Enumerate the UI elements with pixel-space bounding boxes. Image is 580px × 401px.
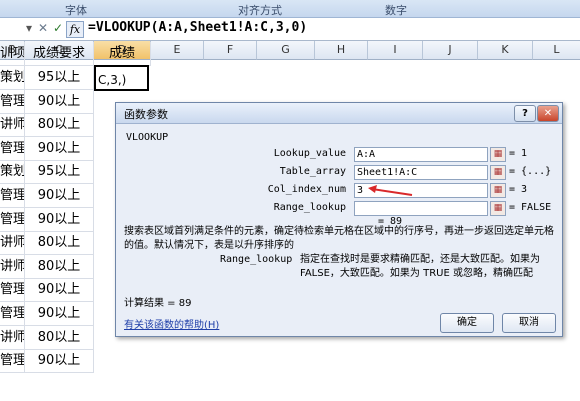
close-icon[interactable]: ✕ — [537, 105, 559, 122]
column-header-f[interactable]: F — [204, 41, 257, 60]
ribbon-group-number: 数字 — [385, 4, 407, 17]
table-cell-requirement[interactable]: 90以上 — [25, 90, 94, 114]
header-cell-training-item[interactable]: 训项目 — [0, 42, 25, 66]
dialog-title-bar[interactable]: 函数参数 ? ✕ — [116, 103, 562, 124]
table-cell-training-item[interactable]: 管理 — [0, 90, 25, 114]
table-cell-training-item[interactable]: 讲师 — [0, 231, 25, 255]
arg-label-col-index-num: Col_index_num — [267, 184, 346, 195]
column-header-h[interactable]: H — [315, 41, 368, 60]
table-cell-training-item[interactable]: 管理 — [0, 278, 25, 302]
arg-input-range-lookup[interactable] — [354, 201, 488, 216]
function-arguments-dialog: 函数参数 ? ✕ VLOOKUP Lookup_value A:A ▦ = 1 … — [115, 102, 563, 337]
table-cell-training-item[interactable]: 管理 — [0, 302, 25, 326]
table-cell-requirement[interactable]: 90以上 — [25, 302, 94, 326]
function-description: 搜索表区域首列满足条件的元素，确定待检索单元格在区域中的行序号，再进一步返回选定… — [124, 226, 554, 251]
formula-bar: ▾ ✕ ✓ fx =VLOOKUP(A:A,Sheet1!A:C,3,0) — [0, 18, 580, 41]
active-cell-d2[interactable]: C,3,) — [94, 65, 149, 91]
arg-label-range-lookup: Range_lookup — [273, 202, 346, 213]
table-cell-requirement[interactable]: 80以上 — [25, 113, 94, 137]
range-select-icon[interactable]: ▦ — [490, 165, 506, 180]
help-icon[interactable]: ? — [514, 105, 536, 122]
ok-button[interactable]: 确定 — [440, 313, 494, 333]
arg-input-table-array[interactable]: Sheet1!A:C — [354, 165, 488, 180]
column-header-e[interactable]: E — [151, 41, 204, 60]
arg-label-lookup-value: Lookup_value — [273, 148, 346, 159]
cancel-button[interactable]: 取消 — [502, 313, 556, 333]
header-cell-score[interactable]: 成绩 — [94, 42, 151, 66]
table-cell-requirement[interactable]: 90以上 — [25, 208, 94, 232]
confirm-entry-icon[interactable]: ✓ — [51, 21, 65, 35]
param-description: 指定在查找时是要求精确匹配，还是大致匹配。如果为 FALSE，大致匹配。如果为 … — [300, 254, 540, 279]
column-header-g[interactable]: G — [257, 41, 315, 60]
param-name: Range_lookup — [220, 254, 293, 265]
arg-result-col-index-num: = 3 — [509, 184, 528, 195]
arg-label-table-array: Table_array — [279, 166, 346, 177]
calc-result: 计算结果 = 89 — [124, 298, 192, 309]
table-cell-training-item[interactable]: 策划 — [0, 66, 25, 90]
table-cell-requirement[interactable]: 80以上 — [25, 231, 94, 255]
ribbon-group-bar: 字体 对齐方式 数字 — [0, 0, 580, 18]
table-cell-training-item[interactable]: 管理 — [0, 349, 25, 373]
insert-function-button[interactable]: fx — [66, 21, 84, 38]
dialog-title: 函数参数 — [124, 108, 168, 121]
table-cell-requirement[interactable]: 90以上 — [25, 349, 94, 373]
table-cell-training-item[interactable]: 策划 — [0, 160, 25, 184]
column-header-l[interactable]: L — [533, 41, 580, 60]
table-cell-training-item[interactable]: 讲师 — [0, 113, 25, 137]
table-cell-training-item[interactable]: 管理 — [0, 208, 25, 232]
function-help-link[interactable]: 有关该函数的帮助(H) — [124, 316, 219, 331]
table-cell-requirement[interactable]: 80以上 — [25, 326, 94, 350]
arg-result-lookup-value: = 1 — [509, 148, 528, 159]
table-cell-requirement[interactable]: 95以上 — [25, 160, 94, 184]
table-cell-training-item[interactable]: 讲师 — [0, 326, 25, 350]
table-cell-training-item[interactable]: 管理 — [0, 137, 25, 161]
range-select-icon[interactable]: ▦ — [490, 147, 506, 162]
table-cell-requirement[interactable]: 90以上 — [25, 184, 94, 208]
ribbon-group-alignment: 对齐方式 — [238, 4, 282, 17]
range-select-icon[interactable]: ▦ — [490, 183, 506, 198]
column-header-j[interactable]: J — [423, 41, 478, 60]
column-header-k[interactable]: K — [478, 41, 533, 60]
cancel-entry-icon[interactable]: ✕ — [36, 21, 50, 35]
red-arrow-annotation — [368, 185, 413, 196]
ribbon-group-font: 字体 — [65, 4, 87, 17]
name-box-dropdown-icon[interactable]: ▾ — [22, 21, 36, 35]
table-cell-requirement[interactable]: 90以上 — [25, 137, 94, 161]
table-cell-training-item[interactable]: 讲师 — [0, 255, 25, 279]
function-name: VLOOKUP — [126, 132, 169, 143]
arg-input-lookup-value[interactable]: A:A — [354, 147, 488, 162]
arg-result-range-lookup: = FALSE — [509, 202, 552, 213]
table-cell-requirement[interactable]: 95以上 — [25, 66, 94, 90]
header-cell-requirement[interactable]: 成绩要求 — [25, 42, 94, 66]
formula-input[interactable]: =VLOOKUP(A:A,Sheet1!A:C,3,0) — [88, 20, 307, 35]
table-cell-training-item[interactable]: 管理 — [0, 184, 25, 208]
range-select-icon[interactable]: ▦ — [490, 201, 506, 216]
arg-result-table-array: = {...} — [509, 166, 552, 177]
table-cell-requirement[interactable]: 80以上 — [25, 255, 94, 279]
column-header-i[interactable]: I — [368, 41, 423, 60]
table-cell-requirement[interactable]: 90以上 — [25, 278, 94, 302]
